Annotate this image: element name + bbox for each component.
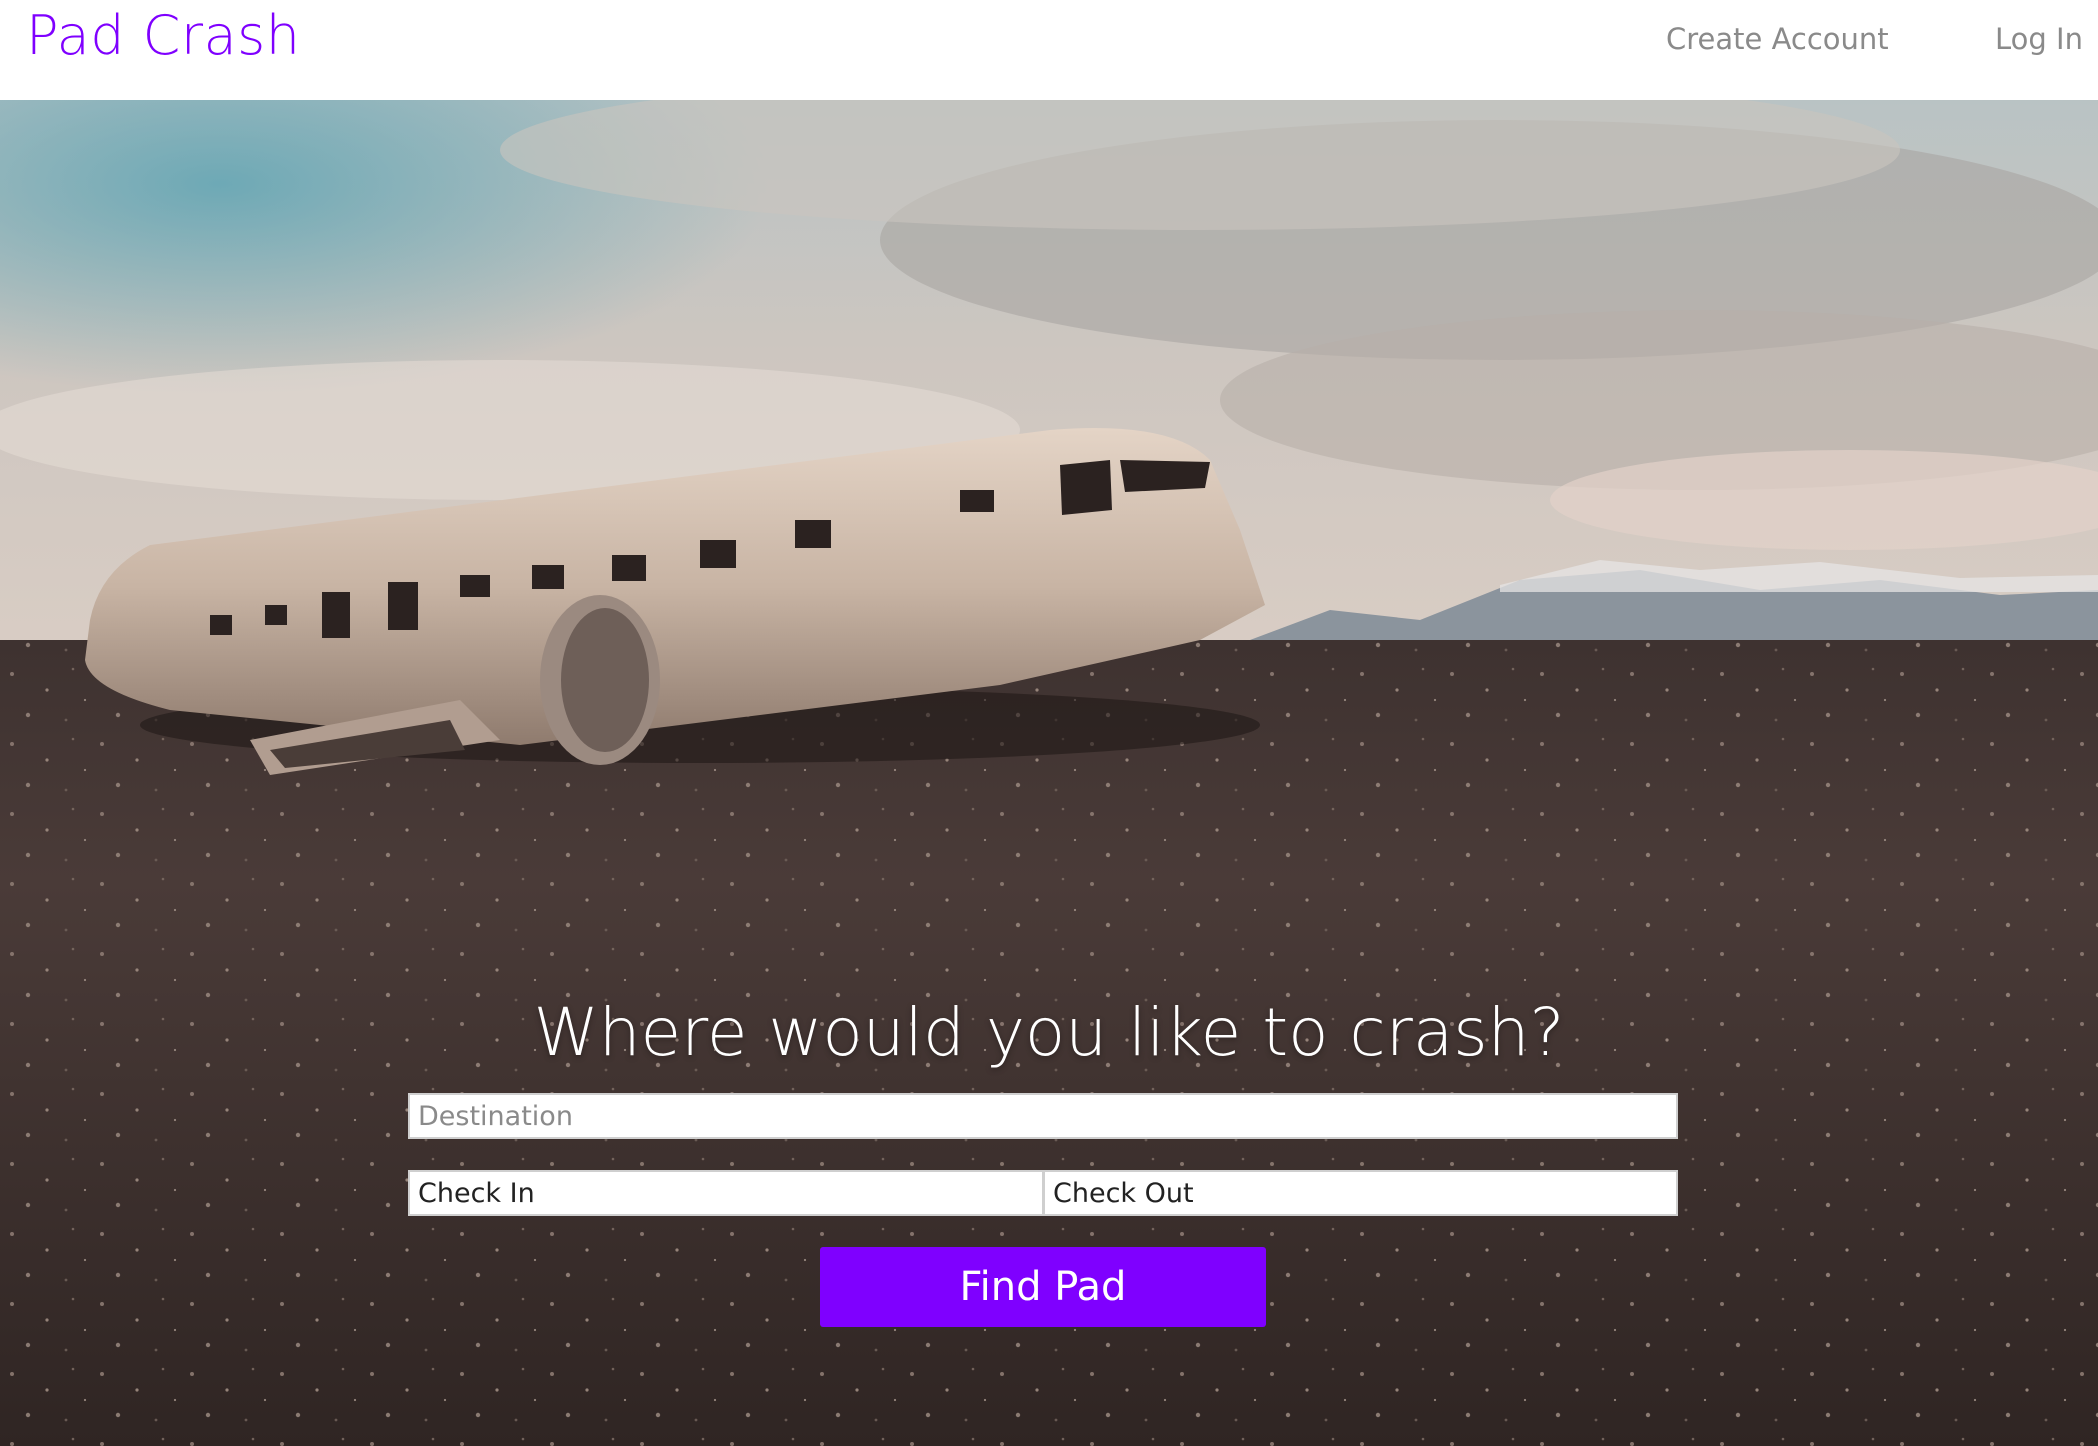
hero-section xyxy=(0,100,2098,1446)
hero-headline: Where would you like to crash? xyxy=(533,994,1565,1071)
brand-logo[interactable]: Pad Crash xyxy=(26,4,301,67)
log-in-link[interactable]: Log In xyxy=(1995,22,2083,56)
check-out-input[interactable] xyxy=(1043,1170,1678,1216)
create-account-link[interactable]: Create Account xyxy=(1666,22,1889,56)
destination-input[interactable] xyxy=(408,1093,1678,1139)
top-navbar: Pad Crash Create Account Log In xyxy=(0,0,2098,100)
check-in-input[interactable] xyxy=(408,1170,1044,1216)
landing-page: Pad Crash Create Account Log In Where wo… xyxy=(0,0,2098,1446)
hero-background-image xyxy=(0,100,2098,1446)
find-pad-button[interactable]: Find Pad xyxy=(820,1247,1266,1327)
